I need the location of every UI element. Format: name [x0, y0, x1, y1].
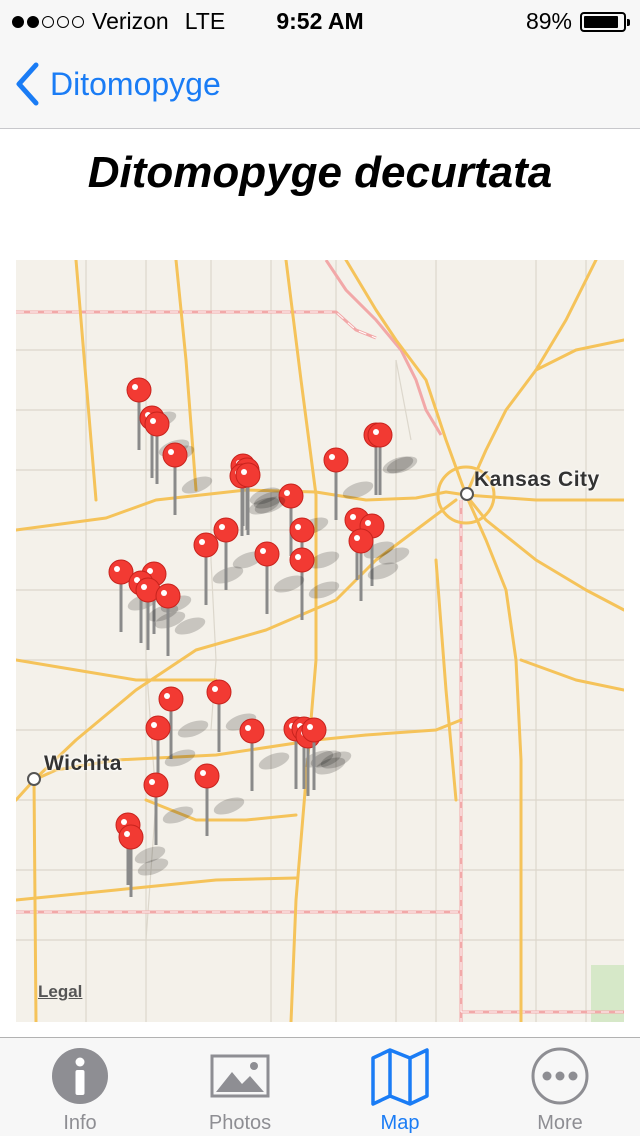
- map-base-layer: [16, 260, 624, 1022]
- highways: [16, 260, 624, 1022]
- tab-label-info: Info: [63, 1112, 97, 1134]
- navigation-bar: Ditomopyge: [0, 40, 640, 129]
- status-bar: Verizon LTE 9:52 AM 89%: [0, 0, 640, 40]
- info-icon: [52, 1048, 108, 1104]
- back-button[interactable]: Ditomopyge: [14, 62, 221, 106]
- city-marker-wichita: [27, 772, 41, 786]
- tab-label-map: Map: [380, 1112, 420, 1134]
- photo-icon: [210, 1054, 270, 1098]
- battery-icon: [580, 11, 630, 32]
- map-pin[interactable]: [193, 532, 245, 605]
- city-label-wichita: Wichita: [44, 752, 122, 775]
- battery-percent: 89%: [525, 8, 572, 34]
- city-marker-kansas-city: [460, 487, 474, 501]
- tab-photos[interactable]: Photos: [160, 1038, 320, 1136]
- page-title: Ditomopyge decurtata: [87, 148, 553, 197]
- tab-info[interactable]: Info: [0, 1038, 160, 1136]
- status-right: 89%: [525, 8, 630, 35]
- city-label-kansas-city: Kansas City: [474, 468, 600, 491]
- tab-label-more: More: [537, 1112, 583, 1134]
- chevron-left-icon: [16, 62, 39, 106]
- tab-bar: Info Photos Map More: [0, 1037, 640, 1136]
- legal-link[interactable]: Legal: [38, 982, 82, 1002]
- map-icon: [371, 1048, 429, 1106]
- tab-label-photos: Photos: [208, 1112, 272, 1134]
- tab-more[interactable]: More: [480, 1038, 640, 1136]
- map-pin[interactable]: [323, 447, 375, 520]
- tab-map[interactable]: Map: [320, 1038, 480, 1136]
- more-icon: [531, 1047, 589, 1105]
- occurrence-map[interactable]: Kansas City Wichita Legal: [16, 260, 624, 1022]
- back-label: Ditomopyge: [50, 65, 221, 102]
